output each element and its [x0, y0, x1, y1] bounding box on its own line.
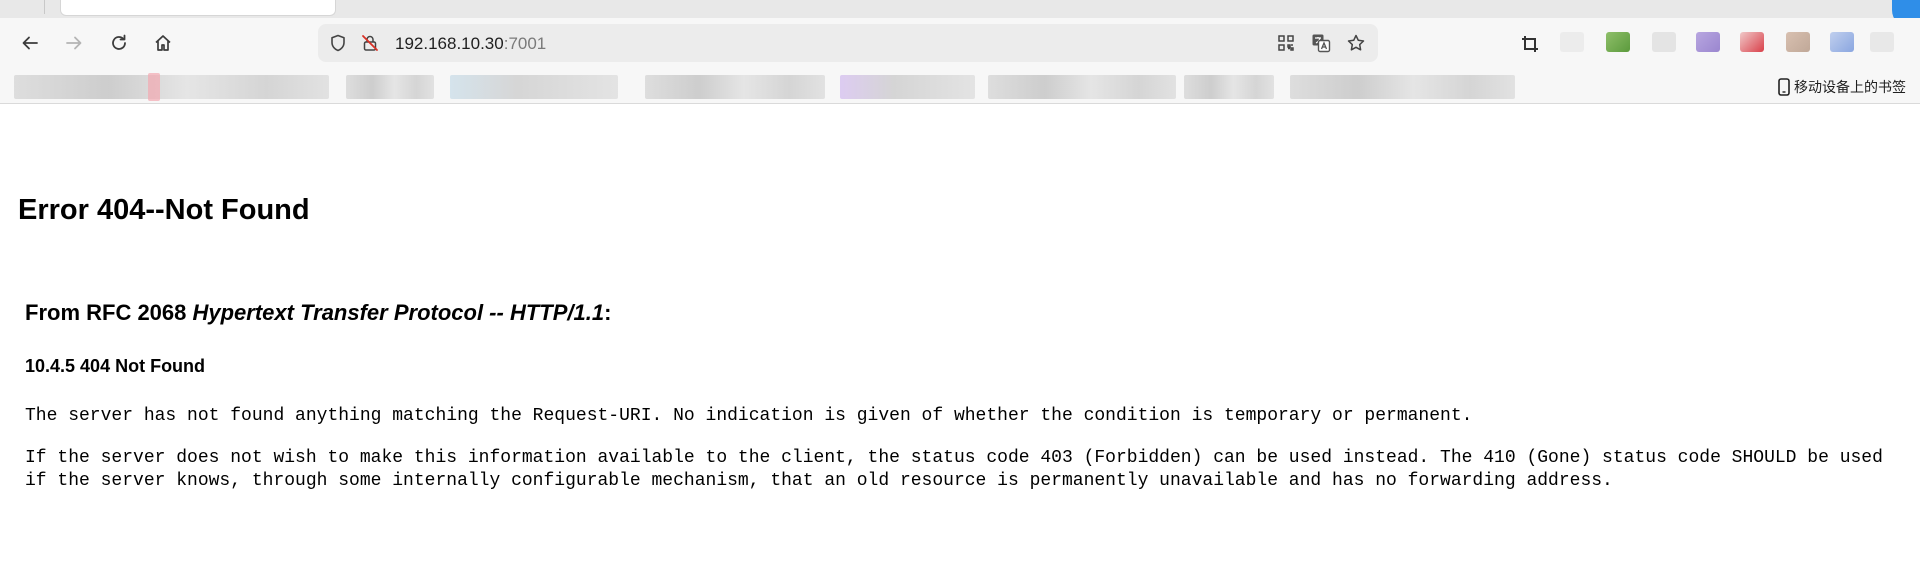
- mobile-bookmarks-label: 移动设备上的书签: [1794, 79, 1906, 95]
- forward-button[interactable]: [59, 28, 89, 58]
- back-button[interactable]: [15, 28, 45, 58]
- paragraph-not-found: The server has not found anything matchi…: [25, 406, 1473, 426]
- bookmarks-bar: 移动设备上的书签: [0, 70, 1920, 104]
- rfc-heading-suffix: :: [604, 300, 612, 325]
- bookmark-item[interactable]: [988, 75, 1176, 99]
- home-button[interactable]: [148, 28, 178, 58]
- paragraph-forbidden-gone: If the server does not wish to make this…: [25, 448, 1883, 491]
- page-title: Error 404--Not Found: [18, 194, 310, 226]
- url-port: :7001: [503, 34, 547, 53]
- rfc-heading: From RFC 2068 Hypertext Transfer Protoco…: [25, 300, 611, 326]
- active-tab[interactable]: [60, 0, 336, 16]
- section-heading: 10.4.5 404 Not Found: [25, 356, 206, 376]
- extension-icon[interactable]: [1870, 32, 1894, 52]
- bookmark-item[interactable]: [840, 75, 975, 99]
- extension-icon[interactable]: [1786, 32, 1810, 52]
- extension-icon[interactable]: [1696, 32, 1720, 52]
- arrow-right-icon: [66, 36, 82, 50]
- reload-icon: [112, 34, 126, 50]
- arrow-left-icon: [22, 36, 38, 50]
- rfc-heading-prefix: From RFC 2068: [25, 300, 193, 325]
- bookmark-item[interactable]: [346, 75, 434, 99]
- bookmark-favicon: [148, 73, 160, 101]
- page-content: Error 404--Not Found From RFC 2068 Hyper…: [0, 105, 1920, 586]
- home-icon: [155, 35, 171, 51]
- browser-toolbar: 192.168.10.30:7001: [0, 18, 1920, 70]
- translate-icon[interactable]: [1311, 33, 1331, 53]
- address-bar[interactable]: 192.168.10.30:7001: [318, 24, 1378, 62]
- lock-slash-icon[interactable]: [360, 33, 380, 53]
- bookmark-item[interactable]: [14, 75, 329, 99]
- star-icon[interactable]: [1346, 33, 1366, 53]
- extension-icon[interactable]: [1560, 32, 1584, 52]
- qr-code-icon[interactable]: [1276, 33, 1296, 53]
- bookmark-item[interactable]: [450, 75, 618, 99]
- reload-button[interactable]: [104, 28, 134, 58]
- phone-icon: [1778, 78, 1790, 96]
- extension-icon[interactable]: [1606, 32, 1630, 52]
- rfc-heading-title: Hypertext Transfer Protocol -- HTTP/1.1: [192, 300, 605, 325]
- crop-icon[interactable]: [1520, 34, 1540, 54]
- bookmark-item[interactable]: [1290, 75, 1515, 99]
- extension-icon[interactable]: [1830, 32, 1854, 52]
- bookmark-item[interactable]: [1184, 75, 1274, 99]
- extension-icon[interactable]: [1740, 32, 1764, 52]
- mobile-bookmarks-folder[interactable]: 移动设备上的书签: [1778, 77, 1906, 97]
- url-text[interactable]: 192.168.10.30:7001: [395, 34, 546, 54]
- bookmark-item[interactable]: [645, 75, 825, 99]
- tab-strip: [0, 0, 1920, 28]
- url-host: 192.168.10.30: [395, 34, 504, 53]
- shield-icon[interactable]: [328, 33, 348, 53]
- tab-divider: [44, 0, 45, 14]
- extension-icon[interactable]: [1652, 32, 1676, 52]
